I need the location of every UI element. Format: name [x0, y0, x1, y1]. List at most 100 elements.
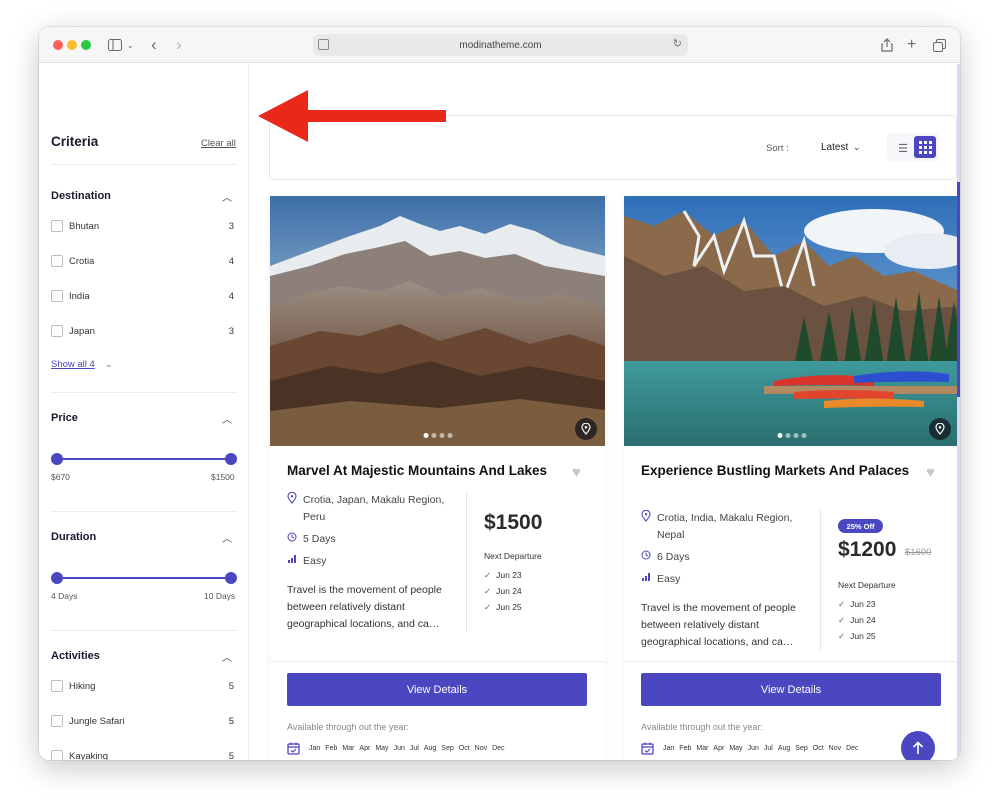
chevron-up-icon[interactable]: ︿: [222, 530, 232, 545]
checkbox[interactable]: [51, 680, 63, 692]
month-label: Apr: [359, 744, 371, 752]
checkbox[interactable]: [51, 715, 63, 727]
month-label: Nov: [474, 744, 488, 752]
view-details-button[interactable]: View Details: [641, 673, 941, 706]
tour-image-lake[interactable]: [624, 196, 959, 446]
month-label: Jan: [663, 744, 675, 752]
option-count: 3: [228, 220, 234, 232]
price-min-handle[interactable]: [51, 453, 63, 465]
clock-icon: [641, 549, 657, 566]
month-label: Mar: [342, 744, 355, 752]
divider: [51, 630, 237, 631]
browser-window: ⌄ ‹ › modinatheme.com ↻ + Criteria Clear…: [39, 27, 960, 760]
view-details-button[interactable]: View Details: [287, 673, 587, 706]
view-toggle: ☰: [887, 133, 939, 162]
share-icon[interactable]: [881, 36, 893, 54]
filter-sidebar: Criteria Clear all Destination ︿ Bhutan …: [39, 64, 249, 760]
sort-select[interactable]: Latest: [821, 142, 848, 153]
scrollbar-track[interactable]: [957, 64, 960, 760]
map-pin-icon[interactable]: [575, 418, 597, 440]
next-departure-label: Next Departure: [484, 551, 542, 561]
heart-icon[interactable]: ♥: [572, 465, 588, 480]
carousel-dots[interactable]: [777, 433, 806, 438]
price-max-handle[interactable]: [225, 453, 237, 465]
month-label: Dec: [492, 744, 505, 752]
forward-arrow-icon[interactable]: ›: [176, 35, 182, 54]
filter-option-japan[interactable]: Japan 3: [51, 324, 234, 338]
month-label: Jun: [747, 744, 759, 752]
checkmark-icon: ✓: [838, 599, 846, 609]
new-tab-icon[interactable]: +: [907, 36, 916, 54]
option-label: India: [69, 290, 90, 302]
browser-titlebar: ⌄ ‹ › modinatheme.com ↻ +: [39, 27, 960, 63]
filter-option-crotia[interactable]: Crotia 4: [51, 254, 234, 268]
show-all-link[interactable]: Show all 4: [51, 359, 95, 370]
destination-heading: Destination: [51, 190, 111, 202]
divider: [624, 661, 959, 662]
tour-difficulty: Easy: [287, 553, 447, 570]
checkbox[interactable]: [51, 220, 63, 232]
chevron-down-icon[interactable]: ⌄: [105, 359, 113, 370]
tour-location: Crotia, India, Makalu Region, Nepal: [641, 509, 801, 544]
scroll-to-top-button[interactable]: [901, 731, 935, 760]
tour-title[interactable]: Marvel At Majestic Mountains And Lakes: [287, 462, 572, 480]
duration-max-handle[interactable]: [225, 572, 237, 584]
tour-title[interactable]: Experience Bustling Markets And Palaces: [641, 462, 926, 480]
page-content: Criteria Clear all Destination ︿ Bhutan …: [39, 64, 960, 760]
reload-icon[interactable]: ↻: [673, 37, 682, 50]
chevron-up-icon[interactable]: ︿: [222, 411, 232, 426]
month-label: Dec: [846, 744, 859, 752]
back-arrow-icon[interactable]: ‹: [151, 35, 157, 54]
signal-bars-icon: [641, 571, 657, 588]
months-list: Jan Feb Mar Apr May Jun Jul Aug Sep Oct …: [641, 741, 864, 755]
checkmark-icon: ✓: [838, 631, 846, 641]
grid-view-icon[interactable]: [914, 136, 936, 158]
close-window-button[interactable]: [53, 40, 63, 50]
minimize-window-button[interactable]: [67, 40, 77, 50]
price-min-label: $670: [51, 472, 70, 482]
checkbox[interactable]: [51, 750, 63, 760]
list-view-icon[interactable]: ☰: [895, 140, 911, 156]
zoom-window-button[interactable]: [81, 40, 91, 50]
filter-option-kayaking[interactable]: Kayaking 5: [51, 749, 234, 760]
duration-min-handle[interactable]: [51, 572, 63, 584]
address-bar[interactable]: modinatheme.com ↻: [313, 34, 688, 56]
filter-option-jungle-safari[interactable]: Jungle Safari 5: [51, 714, 234, 728]
checkbox[interactable]: [51, 325, 63, 337]
scrollbar-thumb[interactable]: [957, 182, 960, 397]
chevron-down-icon[interactable]: ⌄: [853, 142, 861, 153]
tab-overview-icon[interactable]: [933, 36, 946, 54]
location-text: Crotia, India, Makalu Region, Nepal: [657, 512, 793, 541]
option-label: Kayaking: [69, 750, 109, 761]
chevron-down-icon[interactable]: ⌄: [127, 36, 134, 54]
map-pin-icon[interactable]: [929, 418, 951, 440]
month-label: Oct: [458, 744, 470, 752]
heart-icon[interactable]: ♥: [926, 465, 942, 480]
month-label: Mar: [696, 744, 709, 752]
tour-image-mountains[interactable]: [270, 196, 605, 446]
checkbox[interactable]: [51, 290, 63, 302]
filter-option-hiking[interactable]: Hiking 5: [51, 679, 234, 693]
departure-date: ✓ Jun 23: [484, 570, 522, 580]
sidebar-toggle-icon[interactable]: [107, 36, 123, 54]
filter-option-india[interactable]: India 4: [51, 289, 234, 303]
price-heading: Price: [51, 412, 78, 424]
price-max-label: $1500: [211, 472, 235, 482]
carousel-dots[interactable]: [423, 433, 452, 438]
next-departure-label: Next Departure: [838, 580, 896, 590]
duration-heading: Duration: [51, 531, 97, 543]
departure-date: ✓ Jun 23: [838, 599, 876, 609]
divider: [51, 392, 237, 393]
clear-all-link[interactable]: Clear all: [201, 138, 236, 149]
availability-label: Available through out the year:: [641, 722, 763, 732]
month-label: Aug: [777, 744, 791, 752]
month-label: Feb: [679, 744, 692, 752]
filter-option-bhutan[interactable]: Bhutan 3: [51, 219, 234, 233]
duration-max-label: 10 Days: [204, 591, 236, 601]
chevron-up-icon[interactable]: ︿: [222, 189, 232, 204]
chevron-up-icon[interactable]: ︿: [222, 649, 232, 664]
sort-label: Sort :: [766, 143, 789, 154]
departure-date: ✓ Jun 24: [484, 586, 522, 596]
checkbox[interactable]: [51, 255, 63, 267]
departure-date: ✓ Jun 24: [838, 615, 876, 625]
